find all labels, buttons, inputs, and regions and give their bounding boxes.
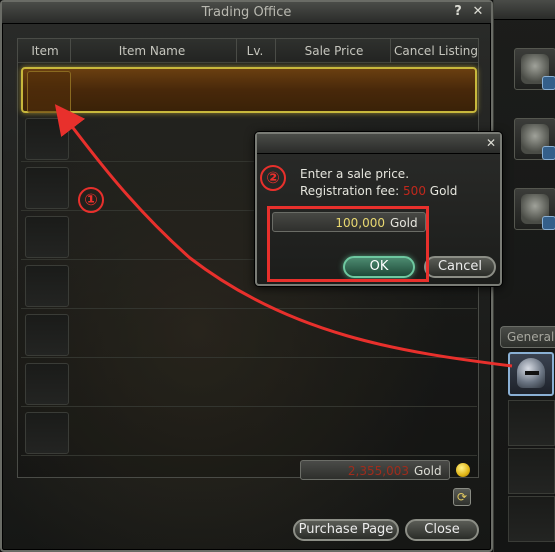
cancel-button[interactable]: Cancel — [424, 256, 496, 278]
slot-badge-icon — [542, 76, 555, 90]
item-slot[interactable] — [25, 167, 69, 209]
sale-price-unit: Gold — [390, 216, 418, 230]
close-button[interactable]: Close — [405, 519, 479, 541]
inventory-slot[interactable] — [508, 448, 555, 494]
sale-price-input[interactable]: 100,000 Gold — [272, 212, 426, 232]
item-slot[interactable] — [25, 118, 69, 160]
inventory-slot[interactable] — [508, 400, 555, 446]
item-slot[interactable] — [25, 412, 69, 454]
item-slot[interactable] — [25, 363, 69, 405]
inventory-title-bar — [494, 0, 555, 20]
header-divider — [70, 39, 71, 63]
close-icon[interactable]: ✕ — [470, 4, 486, 20]
table-row-selected[interactable] — [21, 67, 477, 113]
equipment-slot[interactable] — [514, 118, 555, 160]
slot-badge-icon — [542, 216, 555, 230]
column-header-cancel-listing: Cancel Listing — [394, 44, 478, 58]
gold-label: Gold — [414, 464, 442, 478]
table-row[interactable] — [21, 410, 477, 456]
table-row[interactable] — [21, 312, 477, 358]
item-slot[interactable] — [27, 71, 71, 113]
fee-label: Registration fee: — [300, 184, 400, 198]
column-header-level: Lv. — [246, 44, 264, 58]
equipment-slot[interactable] — [514, 48, 555, 90]
help-icon[interactable]: ? — [450, 4, 466, 20]
equipment-slot[interactable] — [514, 188, 555, 230]
helmet-icon — [517, 358, 545, 388]
table-header: Item Item Name Lv. Sale Price Cancel Lis… — [18, 39, 478, 63]
header-divider — [236, 39, 237, 63]
sale-price-dialog: ✕ Enter a sale price. Registration fee: … — [255, 132, 502, 286]
purchase-page-button[interactable]: Purchase Page — [293, 519, 399, 541]
dialog-title-bar[interactable]: ✕ — [257, 134, 500, 154]
refresh-icon[interactable]: ⟳ — [453, 488, 471, 506]
column-header-sale-price: Sale Price — [304, 44, 364, 58]
gold-balance: 2,355,003 Gold — [300, 460, 450, 480]
gold-amount: 2,355,003 — [347, 464, 409, 478]
dialog-prompt: Enter a sale price. — [300, 167, 410, 181]
ok-button[interactable]: OK — [343, 256, 415, 278]
tab-general[interactable]: General — [500, 326, 555, 348]
sale-price-value: 100,000 — [335, 216, 385, 230]
title-bar[interactable]: Trading Office ? ✕ — [2, 2, 491, 24]
column-header-item-name: Item Name — [118, 44, 186, 58]
slot-badge-icon — [542, 146, 555, 160]
dialog-close-icon[interactable]: ✕ — [484, 136, 498, 150]
item-slot[interactable] — [25, 216, 69, 258]
registration-fee: Registration fee: 500 Gold — [300, 184, 457, 198]
fee-unit: Gold — [429, 184, 458, 198]
table-row[interactable] — [21, 361, 477, 407]
column-header-item: Item — [31, 44, 59, 58]
item-slot[interactable] — [25, 265, 69, 307]
header-divider — [390, 39, 391, 63]
inventory-slot-helmet[interactable] — [508, 352, 554, 396]
item-slot[interactable] — [25, 314, 69, 356]
header-divider — [275, 39, 276, 63]
inventory-slot[interactable] — [508, 496, 555, 542]
fee-amount: 500 — [403, 184, 426, 198]
gold-coin-icon — [456, 463, 470, 477]
window-title: Trading Office — [201, 5, 292, 20]
